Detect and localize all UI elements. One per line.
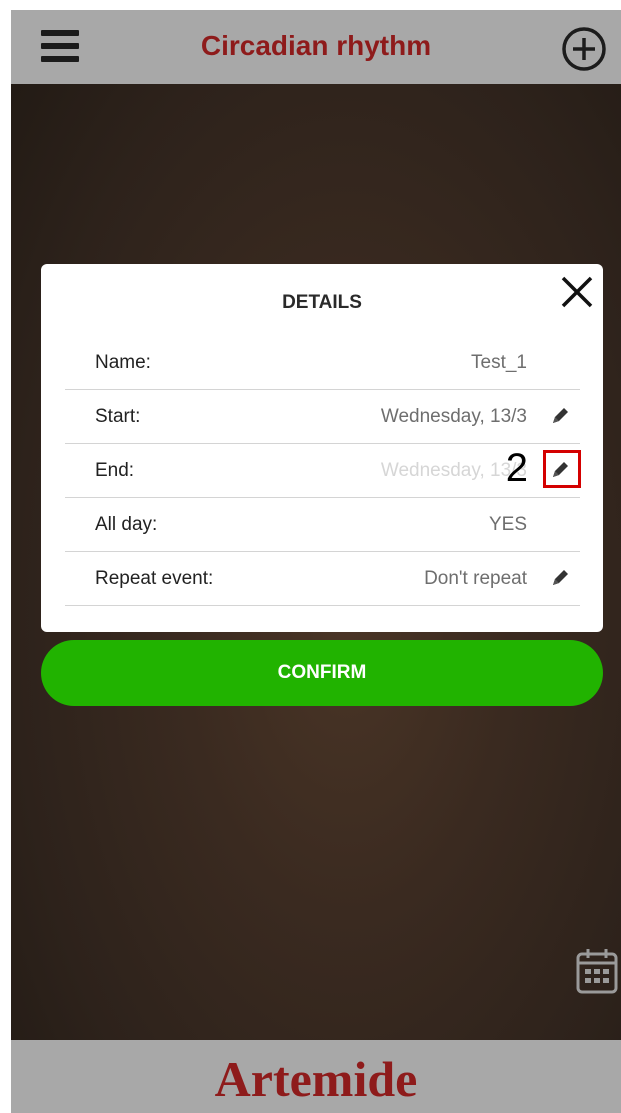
step-number-annotation: 2 (505, 446, 528, 490)
pencil-edit-icon[interactable] (548, 566, 572, 590)
pencil-edit-icon[interactable] (548, 458, 572, 482)
row-value: Don't repeat (424, 568, 527, 589)
row-label: Name: (95, 352, 151, 373)
pencil-edit-icon[interactable] (548, 404, 572, 428)
detail-row-repeat: Repeat event: Don't repeat (65, 552, 580, 606)
detail-row-all-day: All day: YES (65, 498, 580, 552)
row-value: YES (488, 514, 527, 535)
confirm-button[interactable]: CONFIRM (41, 640, 603, 706)
bottom-bar: Artemide (11, 1040, 621, 1113)
row-label: Start: (95, 406, 141, 427)
app-screen: Circadian rhythm DETAILS Name: Test_1 St… (11, 10, 621, 1113)
details-dialog: DETAILS Name: Test_1 Start: Wednesday, 1… (41, 264, 603, 632)
circle-plus-icon[interactable] (561, 26, 607, 72)
detail-row-start: Start: Wednesday, 13/3 (65, 390, 580, 444)
close-x-icon[interactable] (557, 272, 597, 312)
dialog-title: DETAILS (282, 292, 362, 313)
calendar-icon[interactable] (575, 946, 619, 996)
row-label: Repeat event: (95, 568, 214, 589)
row-value: Test_1 (471, 352, 527, 373)
row-value: Wednesday, 13/3 (380, 406, 527, 427)
detail-row-name: Name: Test_1 (65, 336, 580, 390)
row-label: All day: (95, 514, 158, 535)
top-bar: Circadian rhythm (11, 10, 621, 84)
details-list: Name: Test_1 Start: Wednesday, 13/3 End:… (65, 336, 581, 606)
page-title: Circadian rhythm (200, 30, 432, 61)
row-label: End: (95, 460, 135, 481)
detail-row-end: End: Wednesday, 13/3 2 (65, 444, 581, 498)
artemide-logo: Artemide (214, 1051, 418, 1107)
